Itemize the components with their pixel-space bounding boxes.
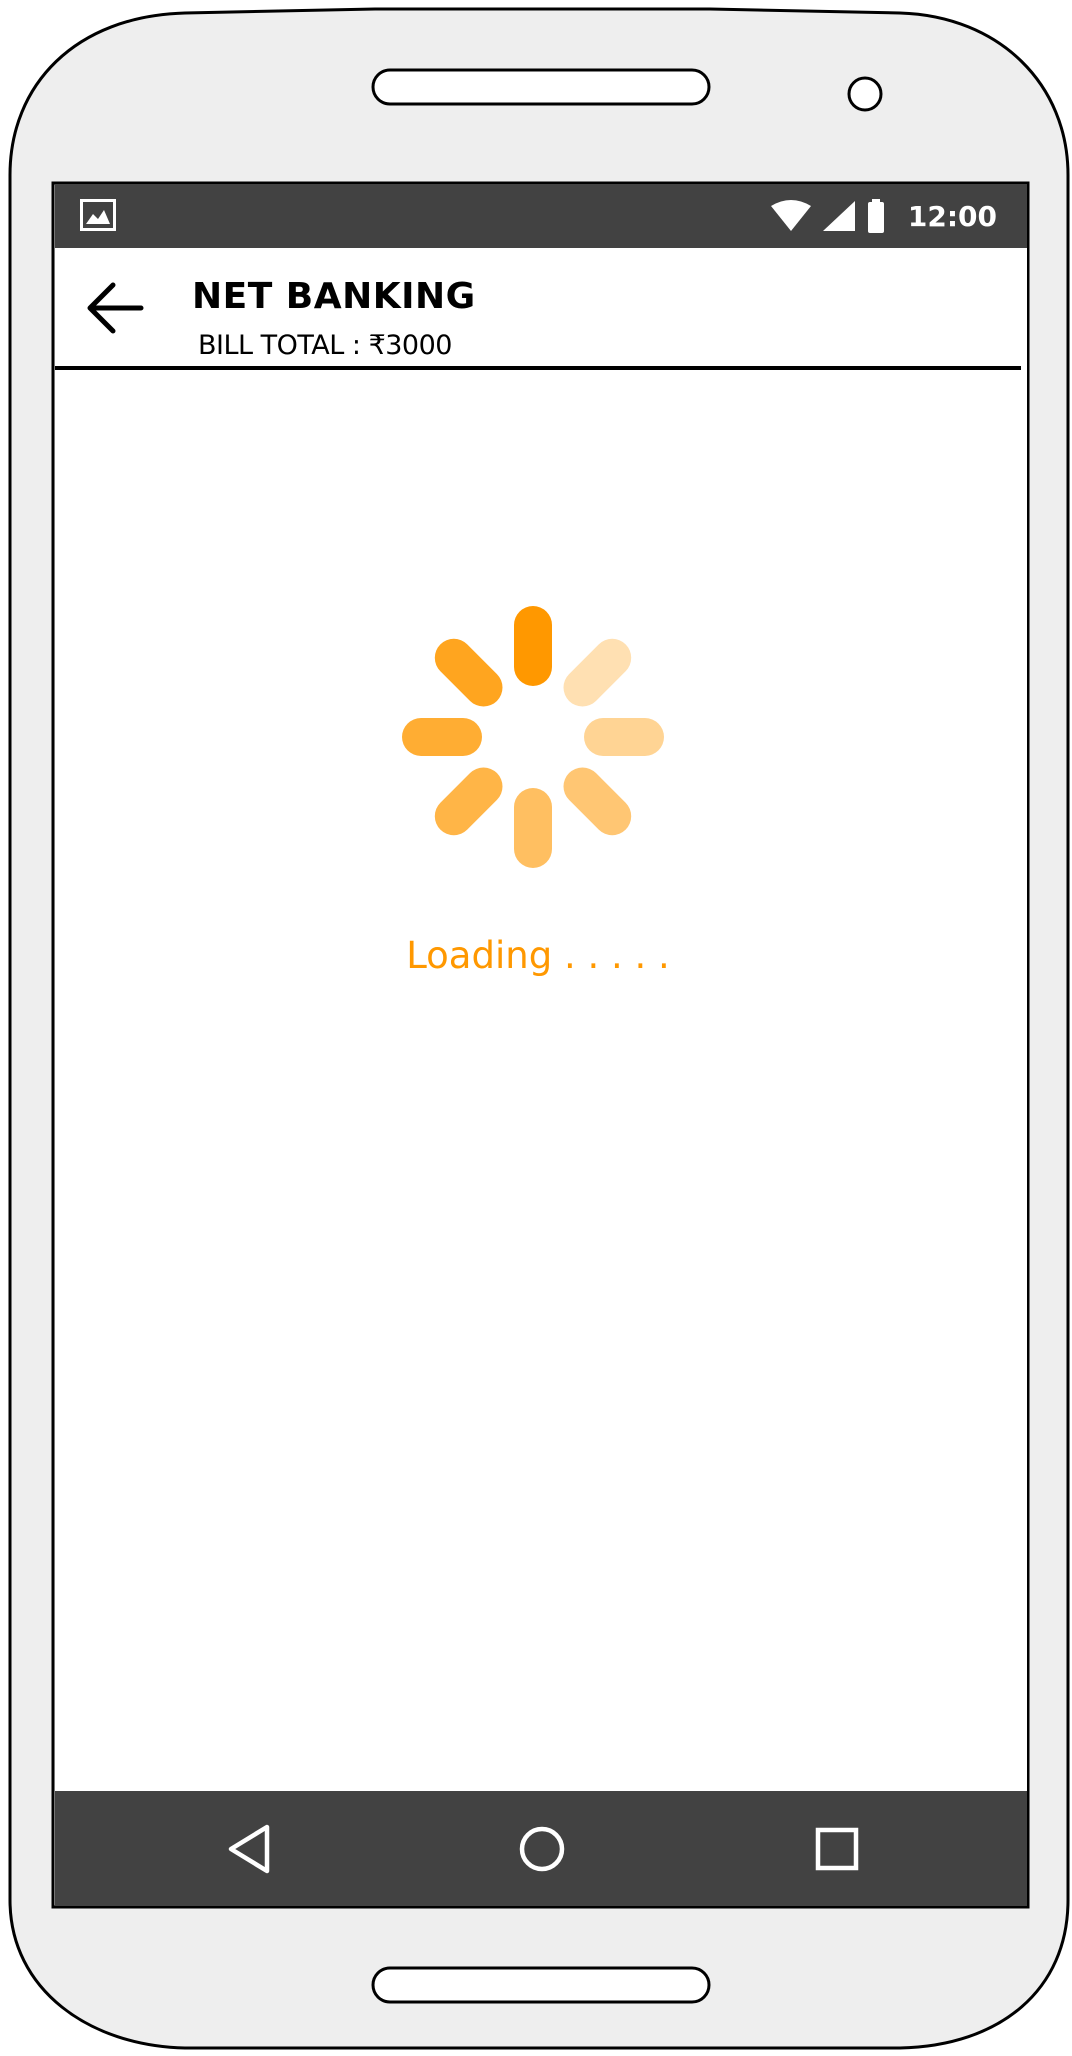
front-camera [847, 76, 883, 112]
spinner-spoke [434, 638, 503, 707]
speaker-grille-bottom [371, 1966, 711, 2004]
spinner-spoke [563, 767, 632, 836]
loading-spinner-icon [402, 606, 664, 868]
loading-text: Loading . . . . . [406, 934, 670, 977]
home-circle-icon[interactable] [514, 1821, 570, 1877]
back-triangle-icon[interactable] [221, 1821, 277, 1877]
spinner-spoke [434, 767, 503, 836]
app-stage: 12:00 NET BANKING BILL TOTAL : ₹3000 Loa… [0, 0, 1072, 2056]
nav-bar [55, 1791, 1027, 1906]
speaker-grille-top [371, 68, 711, 106]
screen: 12:00 NET BANKING BILL TOTAL : ₹3000 Loa… [55, 184, 1027, 1906]
recents-square-icon[interactable] [809, 1821, 865, 1877]
spinner-spoke [563, 638, 632, 707]
